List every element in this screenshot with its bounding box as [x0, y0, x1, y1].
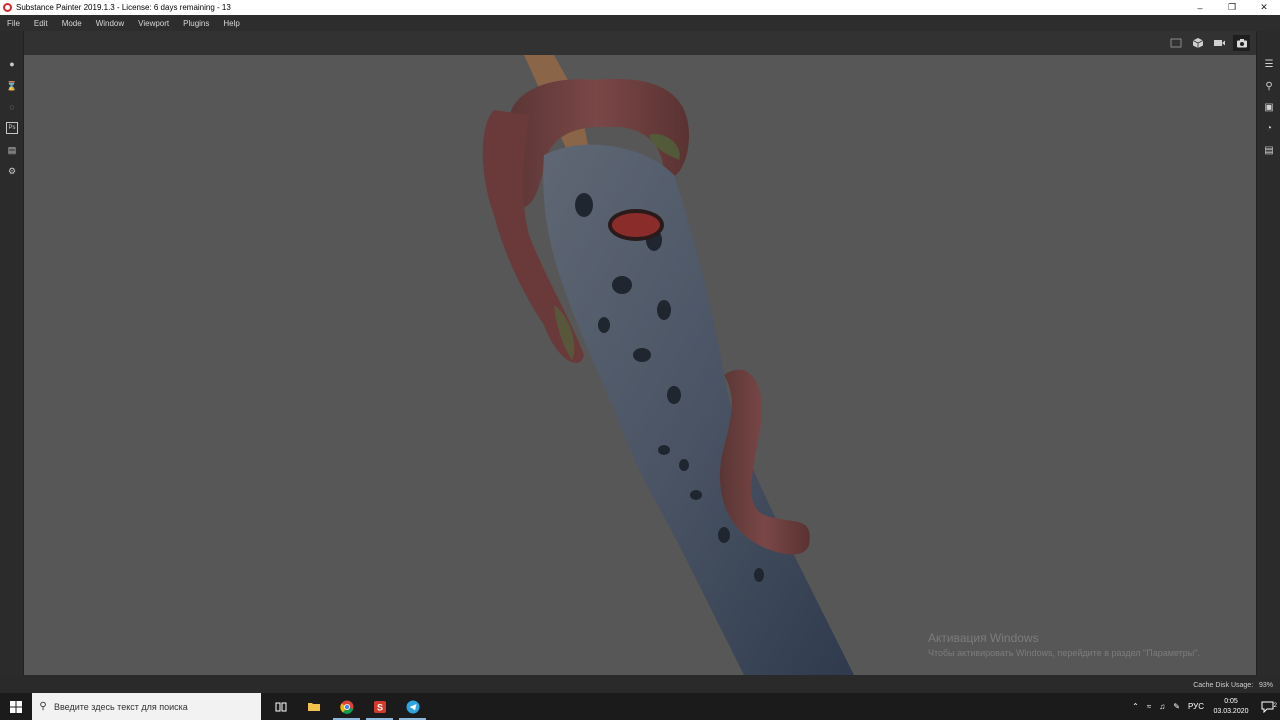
chrome-icon[interactable] — [330, 693, 363, 720]
layers-icon[interactable]: ☰ — [1263, 58, 1275, 70]
environment-icon[interactable]: ◔ — [1263, 122, 1275, 134]
telegram-icon[interactable] — [396, 693, 429, 720]
left-toolbar: ● ⌛ ○ Ps ▤ ⚙ — [0, 31, 24, 675]
menu-help[interactable]: Help — [216, 19, 246, 28]
search-placeholder: Введите здесь текст для поиска — [54, 701, 188, 712]
system-tray: ⌃ ≈ ♫ ✎ РУС 0:05 03.03.2020 2 — [1128, 693, 1280, 720]
paint-brush-icon[interactable]: ● — [6, 58, 18, 70]
notification-icon — [1261, 701, 1273, 713]
eraser-icon[interactable]: ⌛ — [6, 80, 18, 92]
menu-plugins[interactable]: Plugins — [176, 19, 216, 28]
menu-mode[interactable]: Mode — [55, 19, 89, 28]
clock-time: 0:05 — [1224, 697, 1238, 705]
close-button[interactable]: ✕ — [1248, 0, 1280, 15]
activation-watermark-title: Активация Windows — [928, 631, 1039, 645]
cache-label: Cache Disk Usage: — [1193, 682, 1254, 689]
start-button[interactable] — [0, 693, 32, 720]
camera-icon[interactable] — [1233, 35, 1250, 51]
task-view-icon[interactable] — [264, 693, 297, 720]
settings-icon[interactable]: ⚙ — [6, 165, 18, 177]
svg-text:S: S — [376, 702, 382, 712]
status-bar: Cache Disk Usage: 93% — [0, 675, 1280, 693]
pen-icon[interactable]: ✎ — [1169, 702, 1184, 711]
cache-value: 93% — [1258, 682, 1273, 689]
ps-export-icon[interactable]: Ps — [6, 122, 18, 134]
clock-date: 03.03.2020 — [1213, 707, 1249, 715]
video-camera-icon[interactable] — [1211, 35, 1228, 51]
minimize-button[interactable]: – — [1184, 0, 1216, 15]
right-toolbar: ☰ ⚲ ▣ ◔ ▤ — [1256, 31, 1280, 675]
notifications-button[interactable]: 2 — [1254, 701, 1280, 713]
frame-icon[interactable] — [1167, 35, 1184, 51]
notification-count-badge: 2 — [1273, 702, 1277, 709]
substance-painter-app-icon — [3, 3, 12, 12]
texture-set-icon[interactable]: ▤ — [1263, 144, 1275, 156]
menu-viewport[interactable]: Viewport — [131, 19, 176, 28]
maximize-button[interactable]: ❐ — [1216, 0, 1248, 15]
taskbar-search-input[interactable]: ⚲ Введите здесь текст для поиска — [32, 693, 261, 720]
clock[interactable]: 0:05 03.03.2020 — [1208, 697, 1254, 717]
language-indicator[interactable]: РУС — [1184, 702, 1208, 711]
viewport-toolbar — [24, 31, 1256, 55]
windows-taskbar: ⚲ Введите здесь текст для поиска S ⌃ ≈ ♫… — [0, 693, 1280, 720]
menu-file[interactable]: File — [0, 19, 27, 28]
search-icon: ⚲ — [39, 701, 47, 712]
display-settings-icon[interactable]: ▣ — [1263, 101, 1275, 113]
3d-viewport[interactable]: Активация Windows Чтобы активировать Win… — [24, 55, 1256, 675]
menu-edit[interactable]: Edit — [27, 19, 55, 28]
window-title: Substance Painter 2019.1.3 - License: 6 … — [16, 3, 231, 12]
projection-icon[interactable]: ○ — [6, 101, 18, 113]
network-icon[interactable]: ≈ — [1143, 702, 1155, 711]
cube-icon[interactable] — [1189, 35, 1206, 51]
file-explorer-icon[interactable] — [297, 693, 330, 720]
activation-watermark-subtitle: Чтобы активировать Windows, перейдите в … — [928, 648, 1200, 658]
3d-model — [482, 55, 854, 675]
title-bar: Substance Painter 2019.1.3 - License: 6 … — [0, 0, 1280, 15]
menu-bar: File Edit Mode Window Viewport Plugins H… — [0, 15, 1280, 31]
zoom-icon[interactable]: ⚲ — [1263, 80, 1275, 92]
chevron-up-icon[interactable]: ⌃ — [1128, 702, 1143, 711]
volume-icon[interactable]: ♫ — [1155, 702, 1169, 711]
menu-window[interactable]: Window — [89, 19, 131, 28]
cache-disk-usage: Cache Disk Usage: 93% — [1193, 682, 1273, 689]
document-icon[interactable]: ▤ — [6, 144, 18, 156]
substance-painter-icon[interactable]: S — [363, 693, 396, 720]
windows-logo-icon — [10, 700, 22, 713]
